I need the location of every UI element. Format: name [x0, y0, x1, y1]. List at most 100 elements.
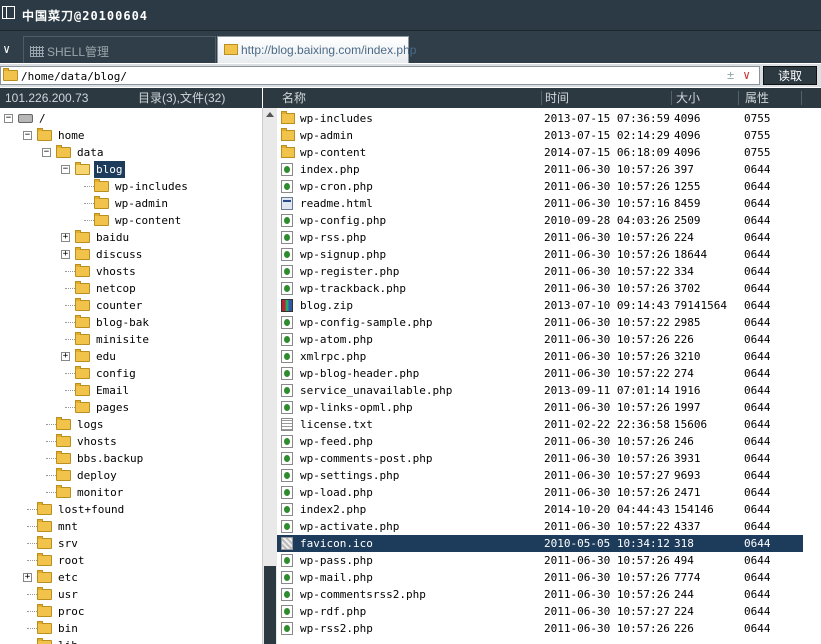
- tree-item-wp-content[interactable]: wp-content: [0, 212, 262, 229]
- tree-item-bin[interactable]: bin: [0, 620, 262, 637]
- tree-item-blog-bak[interactable]: blog-bak: [0, 314, 262, 331]
- folder-icon: [37, 502, 52, 515]
- tree-item-email[interactable]: Email: [0, 382, 262, 399]
- tree-item-wp-admin[interactable]: wp-admin: [0, 195, 262, 212]
- tree-item-[interactable]: − /: [0, 110, 262, 127]
- file-row[interactable]: xmlrpc.php 2011-06-30 10:57:26 3210 0644: [277, 348, 803, 365]
- file-row[interactable]: index.php 2011-06-30 10:57:26 397 0644: [277, 161, 803, 178]
- file-row[interactable]: wp-config.php 2010-09-28 04:03:26 2509 0644: [277, 212, 803, 229]
- tab-file-manager[interactable]: http://blog.baixing.com/index.php: [217, 36, 416, 63]
- expand-icon[interactable]: +: [61, 233, 70, 242]
- collapse-icon[interactable]: −: [42, 148, 51, 157]
- plus-minus-icon[interactable]: ±: [727, 68, 734, 82]
- folder-icon: [3, 68, 18, 81]
- file-row[interactable]: wp-admin 2013-07-15 02:14:29 4096 0755: [277, 127, 803, 144]
- file-row[interactable]: wp-register.php 2011-06-30 10:57:22 334 064…: [277, 263, 803, 280]
- scroll-up-icon[interactable]: [266, 112, 274, 117]
- tree-item-edu[interactable]: + edu: [0, 348, 262, 365]
- file-row[interactable]: wp-activate.php 2011-06-30 10:57:22 4337 06…: [277, 518, 803, 535]
- folder-icon: [37, 519, 52, 532]
- scrollbar-thumb[interactable]: [264, 566, 276, 644]
- file-row[interactable]: blog.zip 2013-07-10 09:14:43 79141564 0644: [277, 297, 803, 314]
- tab-label: SHELL管理: [47, 45, 110, 59]
- file-row[interactable]: wp-content 2014-07-15 06:18:09 4096 0755: [277, 144, 803, 161]
- tree-item-logs[interactable]: logs: [0, 416, 262, 433]
- tree-item-root[interactable]: root: [0, 552, 262, 569]
- collapse-icon[interactable]: −: [4, 114, 13, 123]
- tree-item-blog[interactable]: − blog: [0, 161, 262, 178]
- collapse-icon[interactable]: −: [23, 131, 32, 140]
- file-row[interactable]: wp-blog-header.php 2011-06-30 10:57:22 274…: [277, 365, 803, 382]
- file-name: wp-config.php: [300, 214, 387, 227]
- file-row[interactable]: wp-config-sample.php 2011-06-30 10:57:22 2…: [277, 314, 803, 331]
- file-row[interactable]: wp-comments-post.php 2011-06-30 10:57:26 3…: [277, 450, 803, 467]
- tree-item-bbs-backup[interactable]: bbs.backup: [0, 450, 262, 467]
- file-row[interactable]: license.txt 2011-02-22 22:36:58 15606 0644: [277, 416, 803, 433]
- file-name: wp-commentsrss2.php: [300, 588, 426, 601]
- tree-item-baidu[interactable]: + baidu: [0, 229, 262, 246]
- tree-item-pages[interactable]: pages: [0, 399, 262, 416]
- tree-item-discuss[interactable]: + discuss: [0, 246, 262, 263]
- tree-item-home[interactable]: − home: [0, 127, 262, 144]
- file-name: wp-includes: [300, 112, 373, 125]
- file-row[interactable]: wp-signup.php 2011-06-30 10:57:26 18644 064…: [277, 246, 803, 263]
- file-size: 224: [674, 605, 694, 618]
- tree-item-proc[interactable]: proc: [0, 603, 262, 620]
- file-row[interactable]: wp-load.php 2011-06-30 10:57:26 2471 0644: [277, 484, 803, 501]
- file-name: xmlrpc.php: [300, 350, 367, 363]
- file-attr: 0644: [744, 503, 771, 516]
- file-row[interactable]: service_unavailable.php 2013-09-11 07:01:…: [277, 382, 803, 399]
- tree-item-srv[interactable]: srv: [0, 535, 262, 552]
- tree-item-counter[interactable]: counter: [0, 297, 262, 314]
- file-row[interactable]: wp-links-opml.php 2011-06-30 10:57:26 1997…: [277, 399, 803, 416]
- php-file-icon: [281, 622, 293, 635]
- file-row[interactable]: wp-rss.php 2011-06-30 10:57:26 224 0644: [277, 229, 803, 246]
- tree-item-minisite[interactable]: minisite: [0, 331, 262, 348]
- file-row[interactable]: wp-trackback.php 2011-06-30 10:57:26 3702 0…: [277, 280, 803, 297]
- file-row[interactable]: wp-settings.php 2011-06-30 10:57:27 9693 06…: [277, 467, 803, 484]
- expand-icon[interactable]: +: [23, 573, 32, 582]
- chevron-down-icon[interactable]: ∨: [3, 42, 10, 56]
- tree-item-label: deploy: [77, 469, 117, 482]
- tab-shell-manager[interactable]: SHELL管理: [23, 36, 216, 63]
- file-row[interactable]: wp-pass.php 2011-06-30 10:57:26 494 0644: [277, 552, 803, 569]
- tree-item-config[interactable]: config: [0, 365, 262, 382]
- tree-item-vhosts[interactable]: vhosts: [0, 263, 262, 280]
- column-header-attr[interactable]: 属性: [745, 88, 769, 108]
- file-row[interactable]: wp-mail.php 2011-06-30 10:57:26 7774 0644: [277, 569, 803, 586]
- path-input[interactable]: /home/data/blog/ ± ∨: [0, 66, 760, 85]
- file-row[interactable]: wp-commentsrss2.php 2011-06-30 10:57:26 24…: [277, 586, 803, 603]
- expand-icon[interactable]: +: [61, 250, 70, 259]
- tree-item-lost-found[interactable]: lost+found: [0, 501, 262, 518]
- read-button[interactable]: 读取: [763, 66, 817, 85]
- file-row[interactable]: wp-rss2.php 2011-06-30 10:57:26 226 0644: [277, 620, 803, 637]
- file-row[interactable]: favicon.ico 2010-05-05 10:34:12 318 0644: [277, 535, 803, 552]
- tree-item-data[interactable]: − data: [0, 144, 262, 161]
- chevron-down-icon[interactable]: ∨: [743, 68, 750, 82]
- tree-item-etc[interactable]: + etc: [0, 569, 262, 586]
- tree-item-netcop[interactable]: netcop: [0, 280, 262, 297]
- file-row[interactable]: wp-feed.php 2011-06-30 10:57:26 246 0644: [277, 433, 803, 450]
- column-header-name[interactable]: 名称: [282, 88, 306, 108]
- file-row[interactable]: wp-rdf.php 2011-06-30 10:57:27 224 0644: [277, 603, 803, 620]
- tree-item-monitor[interactable]: monitor: [0, 484, 262, 501]
- tree-scrollbar[interactable]: [262, 108, 277, 644]
- file-row[interactable]: wp-atom.php 2011-06-30 10:57:26 226 0644: [277, 331, 803, 348]
- window-icon[interactable]: [2, 6, 15, 19]
- tree-item-usr[interactable]: usr: [0, 586, 262, 603]
- tree-item-deploy[interactable]: deploy: [0, 467, 262, 484]
- drive-icon: [18, 114, 33, 123]
- file-time: 2011-06-30 10:57:22: [544, 367, 670, 380]
- file-row[interactable]: wp-includes 2013-07-15 07:36:59 4096 0755: [277, 110, 803, 127]
- file-row[interactable]: readme.html 2011-06-30 10:57:16 8459 0644: [277, 195, 803, 212]
- tree-item-lib[interactable]: lib: [0, 637, 262, 644]
- expand-icon[interactable]: +: [61, 352, 70, 361]
- tree-item-mnt[interactable]: mnt: [0, 518, 262, 535]
- file-row[interactable]: index2.php 2014-10-20 04:44:43 154146 0644: [277, 501, 803, 518]
- tree-item-vhosts[interactable]: vhosts: [0, 433, 262, 450]
- column-header-size[interactable]: 大小: [676, 88, 700, 108]
- file-row[interactable]: wp-cron.php 2011-06-30 10:57:26 1255 0644: [277, 178, 803, 195]
- tree-item-wp-includes[interactable]: wp-includes: [0, 178, 262, 195]
- column-header-time[interactable]: 时间: [545, 88, 569, 108]
- collapse-icon[interactable]: −: [61, 165, 70, 174]
